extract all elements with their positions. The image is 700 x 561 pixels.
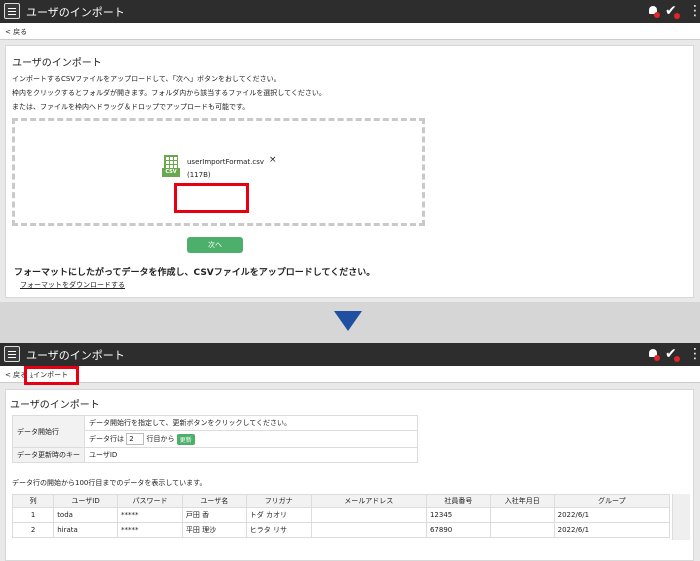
- app-header: ユーザのインポート ✔ ⋮: [0, 0, 700, 23]
- col-header: ユーザ名: [181, 494, 247, 508]
- col-header: 社員番号: [425, 494, 491, 508]
- bell-icon[interactable]: [648, 5, 660, 18]
- table-cell: *****: [117, 522, 183, 538]
- row-suffix: 行目から: [146, 435, 175, 443]
- instruction-line: または、ファイルを枠内へドラッグ＆ドロップでアップロードも可能です。: [12, 103, 250, 111]
- start-row-label: データ開始行: [12, 415, 85, 448]
- file-name: userImportFormat.csv: [187, 158, 265, 166]
- format-instruction: フォーマットにしたがってデータを作成し、CSVファイルをアップロードしてください…: [14, 268, 376, 278]
- file-size: (117B): [187, 171, 211, 179]
- table-cell: 平田 理沙: [181, 522, 247, 538]
- arrow-down-icon: [334, 311, 362, 331]
- col-header: フリガナ: [245, 494, 312, 508]
- col-header: 入社年月日: [489, 494, 555, 508]
- back-bar: < 戻る ⤓インポート: [0, 366, 700, 383]
- check-badge: [674, 13, 680, 19]
- csv-file-icon: CSV: [162, 155, 180, 177]
- update-key-label: データ更新時のキー: [12, 447, 85, 463]
- table-cell: トダ カオリ: [245, 507, 312, 523]
- back-link[interactable]: < 戻る: [5, 27, 27, 37]
- csv-tag: CSV: [162, 168, 180, 177]
- start-row-desc: データ開始行を指定して、更新ボタンをクリックしてください。: [84, 415, 418, 431]
- menu-icon[interactable]: [4, 3, 20, 19]
- instruction-line: 枠内をクリックするとフォルダが開きます。フォルダ内から該当するファイルを選択して…: [12, 89, 326, 97]
- table-scroll-area[interactable]: [672, 494, 690, 540]
- window-title: ユーザのインポート: [26, 349, 125, 362]
- bell-icon[interactable]: [648, 348, 660, 361]
- highlight-next-button: [174, 183, 249, 213]
- close-icon[interactable]: ×: [269, 155, 277, 165]
- highlight-import-button: [24, 366, 79, 385]
- table-row: 2 hirata ***** 平田 理沙 ヒラタ リサ 67890 2022/6…: [11, 522, 671, 538]
- col-header: ユーザID: [53, 494, 119, 508]
- table-cell: *****: [117, 507, 183, 523]
- upload-card: ユーザのインポート インポートするCSVファイルをアップロードして、「次へ」ボタ…: [5, 45, 694, 298]
- table-header-row: 列 ユーザID パスワード ユーザ名 フリガナ メールアドレス 社員番号 入社年…: [11, 494, 671, 508]
- import-settings-table: データ開始行 データ開始行を指定して、更新ボタンをクリックしてください。 データ…: [12, 415, 418, 463]
- menu-icon[interactable]: [4, 346, 20, 362]
- update-button[interactable]: 更新: [176, 433, 195, 445]
- table-cell: toda: [53, 507, 119, 523]
- instruction-line: インポートするCSVファイルをアップロードして、「次へ」ボタンをおしてください。: [12, 75, 281, 83]
- table-cell: 67890: [425, 522, 491, 538]
- preview-table: 列 ユーザID パスワード ユーザ名 フリガナ メールアドレス 社員番号 入社年…: [11, 494, 671, 538]
- table-cell: [310, 522, 427, 538]
- kebab-icon[interactable]: ⋮: [688, 2, 700, 20]
- table-cell: hirata: [53, 522, 119, 538]
- chevron-left-icon: <: [5, 28, 11, 36]
- app-header: ユーザのインポート ✔ ⋮: [0, 343, 700, 366]
- col-header: 列: [11, 494, 55, 508]
- col-header: メールアドレス: [310, 494, 427, 508]
- row-prefix: データ行は: [89, 435, 124, 443]
- table-row: 1 toda ***** 戸田 香 トダ カオリ 12345 2022/6/1: [11, 507, 671, 523]
- table-cell: 2022/6/1: [553, 507, 671, 523]
- table-cell: [310, 507, 427, 523]
- check-badge: [674, 356, 680, 362]
- table-cell: [489, 522, 555, 538]
- col-header: パスワード: [117, 494, 183, 508]
- back-label: 戻る: [13, 28, 28, 36]
- back-bar: < 戻る: [0, 23, 700, 40]
- update-key-value: ユーザID: [84, 447, 418, 463]
- page-title: ユーザのインポート: [12, 58, 102, 69]
- download-format-link[interactable]: フォーマットをダウンロードする: [20, 280, 125, 290]
- chevron-left-icon: <: [5, 371, 11, 379]
- table-cell: 2022/6/1: [553, 522, 671, 538]
- window-title: ユーザのインポート: [26, 6, 125, 19]
- table-cell: 1: [11, 507, 55, 523]
- preview-note: データ行の開始から100行目までのデータを表示しています。: [12, 479, 207, 487]
- start-row-input[interactable]: 2: [126, 433, 145, 445]
- start-row-control: データ行は 2 行目から 更新: [84, 430, 418, 448]
- screen-upload: ユーザのインポート ✔ ⋮ < 戻る ユーザのインポート インポートするCSVフ…: [0, 0, 700, 302]
- next-button[interactable]: 次へ: [187, 237, 243, 253]
- table-cell: [489, 507, 555, 523]
- table-cell: ヒラタ リサ: [245, 522, 312, 538]
- col-header: グループ: [553, 494, 671, 508]
- table-cell: 12345: [425, 507, 491, 523]
- table-cell: 2: [11, 522, 55, 538]
- preview-card: ユーザのインポート データ開始行 データ開始行を指定して、更新ボタンをクリックし…: [5, 389, 694, 561]
- table-cell: 戸田 香: [181, 507, 247, 523]
- page-title: ユーザのインポート: [10, 400, 100, 411]
- kebab-icon[interactable]: ⋮: [688, 345, 700, 363]
